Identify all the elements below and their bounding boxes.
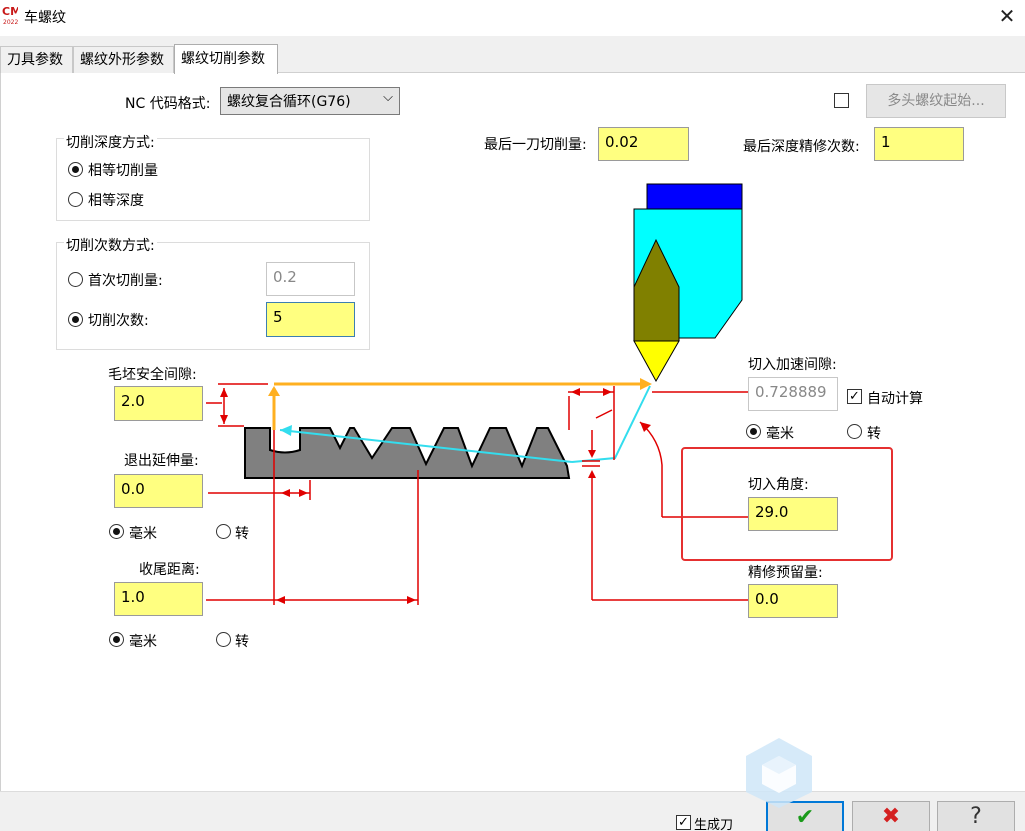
first-cut-radio[interactable] [68,272,83,287]
window-title: 车螺纹 [24,10,66,26]
last-cut-label: 最后一刀切削量: [484,137,587,153]
app-logo-icon: CM 2022 [2,5,21,26]
exit-extension-rev-radio[interactable] [216,524,231,539]
tab-thread-cutting-params[interactable]: 螺纹切削参数 [174,44,278,74]
tail-distance-rev-radio[interactable] [216,632,231,647]
depth-equal-amount-label: 相等切削量 [88,163,158,179]
exit-extension-mm-radio[interactable] [109,524,124,539]
auto-calc-label: 自动计算 [867,391,923,407]
cut-count-radio[interactable] [68,312,83,327]
tail-distance-mm-label: 毫米 [129,634,157,650]
watermark-cube-icon [742,736,816,810]
title-bar [0,0,1025,36]
exit-extension-input[interactable]: 0.0 [114,474,203,508]
accel-gap-rev-radio[interactable] [847,424,862,439]
nc-format-label: NC 代码格式: [125,96,211,112]
svg-text:CM: CM [2,5,18,18]
last-cut-input[interactable]: 0.02 [598,127,689,161]
exit-extension-rev-label: 转 [235,526,249,542]
first-cut-label: 首次切削量: [88,273,163,289]
cut-count-input[interactable]: 5 [266,302,355,337]
tail-distance-mm-radio[interactable] [109,632,124,647]
generate-tool-label: 生成刀 [694,818,734,831]
tail-distance-input[interactable]: 1.0 [114,582,203,616]
multi-start-checkbox[interactable] [834,93,849,108]
generate-tool-checkbox[interactable]: ✓ [676,815,691,830]
first-cut-input[interactable]: 0.2 [266,262,355,296]
tab-tool-params[interactable]: 刀具参数 [0,46,73,73]
accel-gap-mm-radio[interactable] [746,424,761,439]
finish-allowance-input[interactable]: 0.0 [748,584,838,618]
accel-gap-rev-label: 转 [867,426,881,442]
depth-mode-title: 切削深度方式: [64,132,157,152]
exit-extension-label: 退出延伸量: [124,453,199,469]
finish-passes-input[interactable]: 1 [874,127,964,161]
cut-count-title: 切削次数方式: [64,235,157,255]
cross-icon: ✖ [881,804,901,829]
tail-distance-rev-label: 转 [235,634,249,650]
close-icon[interactable]: ✕ [995,2,1019,30]
blank-clearance-label: 毛坯安全间隙: [108,367,197,383]
finish-passes-label: 最后深度精修次数: [743,139,860,155]
cut-count-label: 切削次数: [88,313,149,329]
svg-text:2022: 2022 [3,19,18,25]
accel-gap-input[interactable]: 0.728889 [748,377,838,411]
depth-equal-amount-radio[interactable] [68,162,83,177]
tab-thread-shape-params[interactable]: 螺纹外形参数 [73,46,174,73]
exit-extension-mm-label: 毫米 [129,526,157,542]
nc-format-select[interactable]: 螺纹复合循环(G76) ⌵ [220,87,400,115]
accel-gap-mm-label: 毫米 [766,426,794,442]
help-button[interactable]: ? [937,801,1015,831]
tail-distance-label: 收尾距离: [139,562,200,578]
nc-format-value: 螺纹复合循环(G76) [227,94,351,110]
depth-equal-depth-radio[interactable] [68,192,83,207]
chevron-down-icon: ⌵ [383,90,393,105]
infeed-angle-label: 切入角度: [748,477,809,493]
infeed-angle-input[interactable]: 29.0 [748,497,838,531]
blank-clearance-input[interactable]: 2.0 [114,386,203,421]
accel-gap-label: 切入加速间隙: [748,357,837,373]
finish-allowance-label: 精修预留量: [748,565,823,581]
depth-equal-depth-label: 相等深度 [88,193,144,209]
cancel-button[interactable]: ✖ [852,801,930,831]
auto-calc-checkbox[interactable]: ✓ [847,389,862,404]
help-icon: ? [970,804,982,829]
multi-start-button[interactable]: 多头螺纹起始... [866,84,1006,118]
